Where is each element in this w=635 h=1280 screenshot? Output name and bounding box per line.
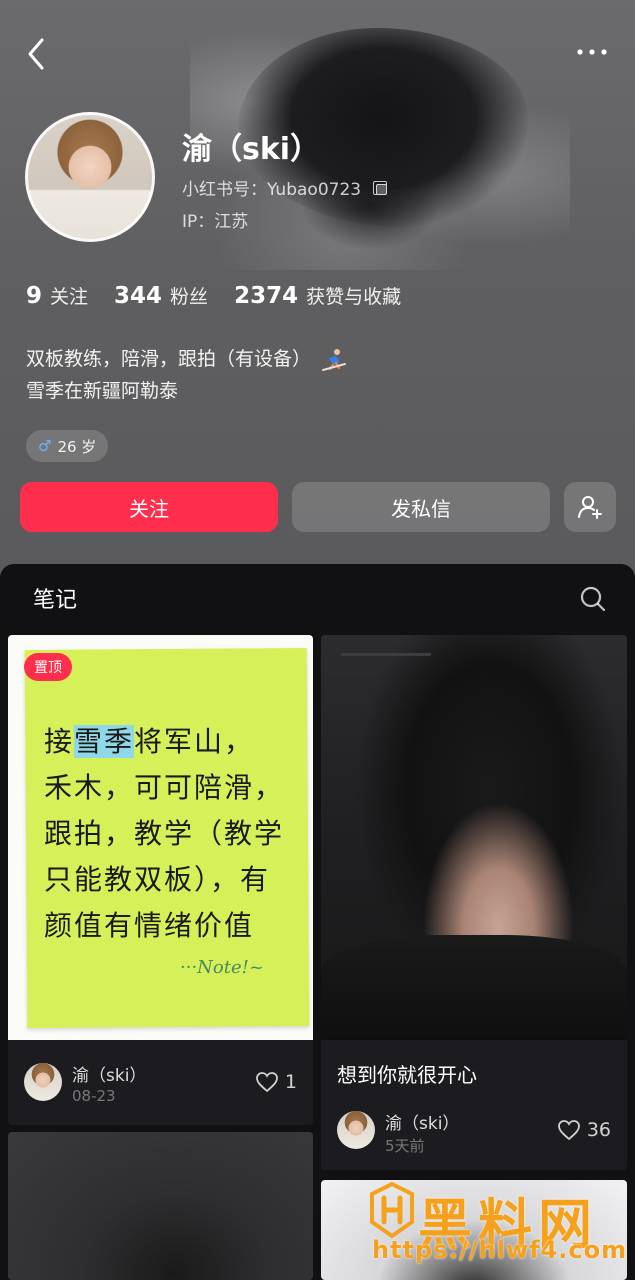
skier-emoji-icon <box>322 348 347 371</box>
stat-likes-collects[interactable]: 2374 获赞与收藏 <box>234 282 401 309</box>
stat-label: 粉丝 <box>170 286 209 308</box>
follow-button[interactable]: 关注 <box>20 482 278 532</box>
sticky-line: 禾木，可可陪滑， <box>44 771 285 804</box>
profile-avatar[interactable] <box>25 112 155 242</box>
more-options-button[interactable] <box>575 42 609 62</box>
sticky-highlight: 雪季 <box>74 725 135 758</box>
note-card[interactable]: 想到你就很开心 渝（ski） 5天前 36 <box>321 635 627 1170</box>
notes-search-button[interactable] <box>579 585 607 613</box>
profile-bio: 双板教练，陪滑，跟拍（有设备） 雪季在新疆阿勒泰 <box>26 343 347 407</box>
like-count: 36 <box>586 1119 611 1141</box>
search-icon <box>580 586 606 612</box>
age-tag: ♂ 26 岁 <box>26 430 109 462</box>
red-id[interactable]: 小红书号：Yubao0723 <box>182 175 388 200</box>
more-dots-icon <box>577 49 607 55</box>
notes-tab-bar: 笔记 <box>0 564 635 630</box>
note-cover-image <box>321 1180 627 1280</box>
bio-text: 双板教练，陪滑，跟拍（有设备） <box>26 348 312 370</box>
note-cover-image <box>8 1132 313 1280</box>
sticky-note-text: 接雪季将军山， 禾木，可可陪滑， 跟拍，教学（教学 只能教双板），有 颜值有情绪… <box>44 719 304 949</box>
age-text: 26 岁 <box>57 437 97 456</box>
add-friend-button[interactable] <box>564 482 616 532</box>
bio-line: 双板教练，陪滑，跟拍（有设备） <box>26 343 347 375</box>
stat-number: 2374 <box>234 283 299 309</box>
profile-name: 渝（ski） <box>182 132 321 167</box>
stat-label: 关注 <box>50 286 89 308</box>
like-button[interactable]: 36 <box>557 1119 611 1141</box>
like-button[interactable]: 1 <box>255 1071 297 1093</box>
note-cover-image: 接雪季将军山， 禾木，可可陪滑， 跟拍，教学（教学 只能教双板），有 颜值有情绪… <box>8 635 313 1040</box>
cover-background-detail <box>341 653 431 685</box>
author-avatar[interactable] <box>24 1063 62 1101</box>
author-avatar[interactable] <box>337 1111 375 1149</box>
stat-followers[interactable]: 344 粉丝 <box>114 282 208 309</box>
note-meta: 渝（ski） 08-23 1 <box>8 1053 313 1113</box>
note-meta: 渝（ski） 5天前 36 <box>321 1101 627 1161</box>
note-card[interactable]: 接雪季将军山， 禾木，可可陪滑， 跟拍，教学（教学 只能教双板），有 颜值有情绪… <box>8 635 313 1125</box>
stat-label: 获赞与收藏 <box>306 286 402 308</box>
heart-icon <box>256 1072 278 1093</box>
heart-icon <box>557 1120 580 1141</box>
note-cover-image <box>321 635 627 1040</box>
back-button[interactable] <box>22 34 52 74</box>
sticky-line: 只能教双板），有 <box>44 863 271 896</box>
tab-notes[interactable]: 笔记 <box>33 582 77 614</box>
note-date: 08-23 <box>72 1087 116 1105</box>
background-image-shadow <box>300 160 440 250</box>
chevron-left-icon <box>28 38 44 70</box>
pinned-badge: 置顶 <box>24 653 72 681</box>
copy-icon[interactable] <box>373 180 388 195</box>
profile-header: 渝（ski） 小红书号：Yubao0723 IP：江苏 9 关注 344 粉丝 … <box>0 0 635 600</box>
bio-line: 雪季在新疆阿勒泰 <box>26 380 179 402</box>
note-card[interactable] <box>321 1180 627 1280</box>
note-card[interactable] <box>8 1132 313 1280</box>
stat-following[interactable]: 9 关注 <box>26 282 88 309</box>
profile-stats: 9 关注 344 粉丝 2374 获赞与收藏 <box>26 282 401 309</box>
sticky-line: 跟拍，教学（教学 <box>44 817 285 850</box>
sticky-line: 颜值有情绪价值 <box>44 909 255 942</box>
note-date: 5天前 <box>385 1137 425 1155</box>
sticky-note-signature: ···Note!~ <box>180 957 264 978</box>
author-name[interactable]: 渝（ski） <box>72 1061 146 1086</box>
sticky-line-rest: 将军山， <box>134 725 255 758</box>
cover-subject <box>321 935 627 1040</box>
male-icon: ♂ <box>38 437 52 455</box>
note-title: 想到你就很开心 <box>337 1063 477 1087</box>
author-name[interactable]: 渝（ski） <box>385 1109 459 1134</box>
red-id-text: 小红书号：Yubao0723 <box>182 180 362 200</box>
stat-number: 344 <box>114 283 163 309</box>
stat-number: 9 <box>26 283 43 309</box>
message-button[interactable]: 发私信 <box>292 482 550 532</box>
ip-location: IP：江苏 <box>182 212 249 232</box>
add-user-icon <box>578 496 602 519</box>
like-count: 1 <box>284 1071 297 1093</box>
sticky-line: 接雪季将军山， <box>44 725 255 758</box>
